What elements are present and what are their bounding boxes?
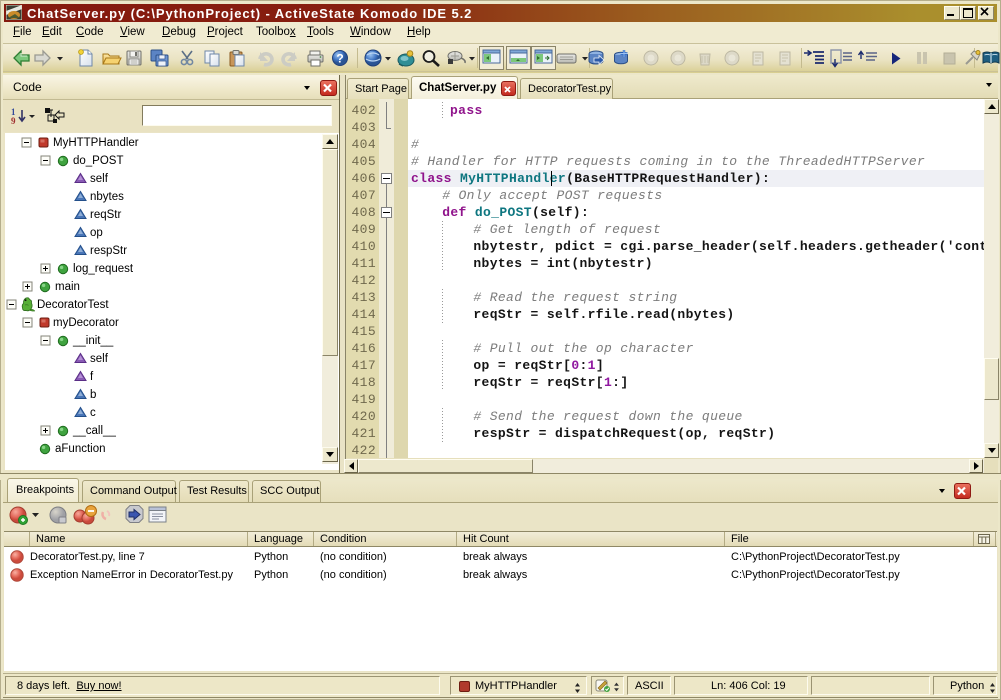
svg-text:9: 9 [11,116,16,126]
svg-text:?: ? [336,52,343,66]
